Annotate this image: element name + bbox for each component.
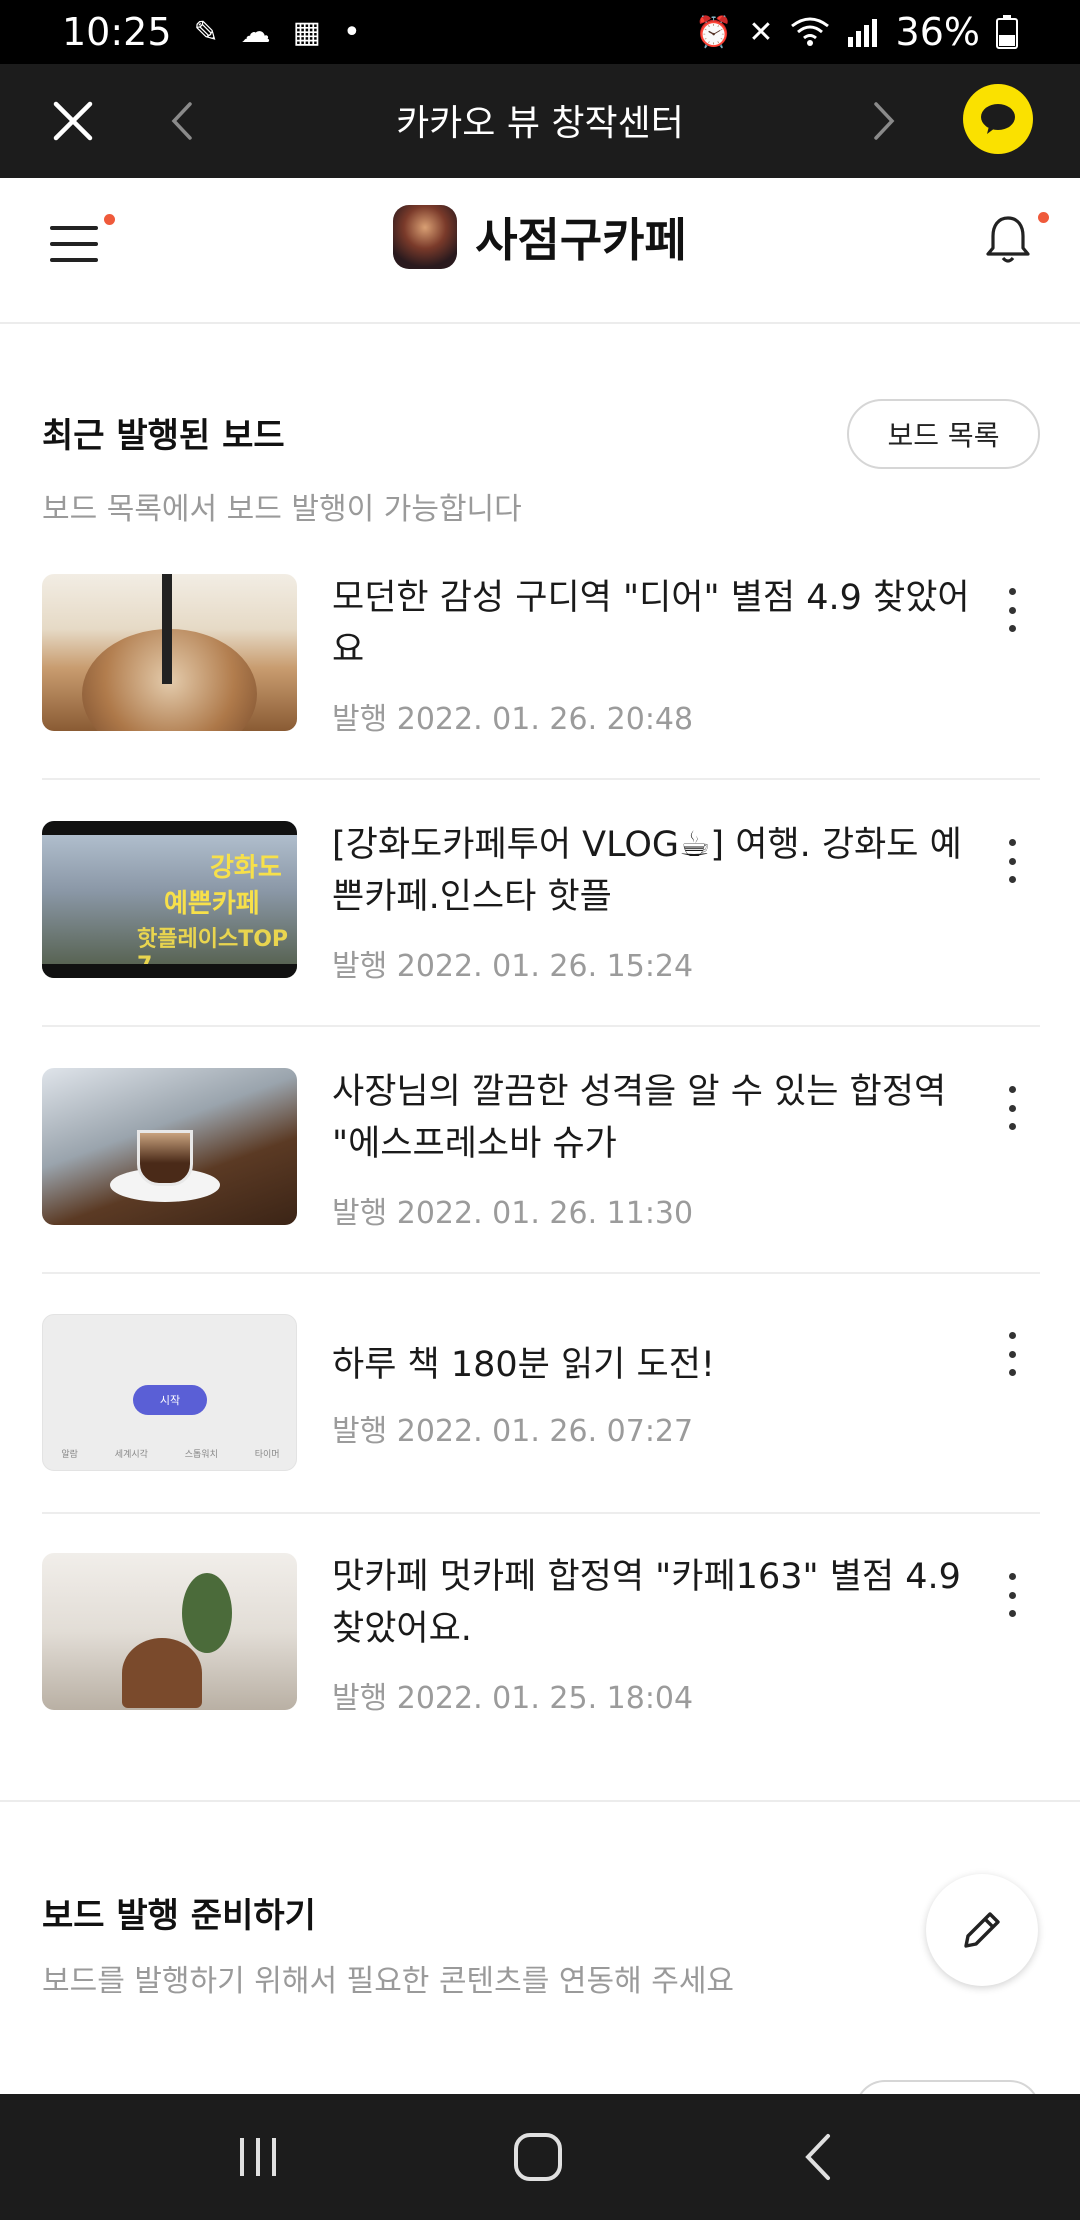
- alarm-icon: ⏰: [695, 14, 733, 50]
- wifi-icon: [790, 17, 829, 46]
- signal-icon: [847, 19, 877, 47]
- kakao-talk-button[interactable]: [963, 84, 1033, 154]
- notifications-button[interactable]: [978, 210, 1049, 270]
- feather-icon: ✎: [193, 14, 219, 50]
- top-nav: 사점구카페: [0, 178, 1080, 324]
- more-options-icon[interactable]: [1002, 1332, 1022, 1376]
- bell-icon: [986, 216, 1030, 263]
- section-subtitle: 보드 목록에서 보드 발행이 가능합니다: [42, 492, 522, 527]
- browser-header: 카카오 뷰 창작센터: [0, 64, 1080, 178]
- more-options-icon[interactable]: [1002, 1573, 1022, 1617]
- divider: [42, 1512, 1040, 1514]
- board-title: 하루 책 180분 읽기 도전!: [332, 1345, 715, 1385]
- more-options-icon[interactable]: [1002, 588, 1022, 632]
- board-item[interactable]: 사장님의 깔끔한 성격을 알 수 있는 합정역 "에스프레소바 슈가 발행 20…: [42, 1068, 1040, 1268]
- board-item[interactable]: 모던한 감성 구디역 "디어" 별점 4.9 찾았어요 발행 2022. 01.…: [42, 574, 1040, 774]
- board-date: 발행 2022. 01. 26. 20:48: [332, 702, 694, 737]
- board-title: 맛카페 멋카페 합정역 "카페163" 별점 4.9 찾았어요.: [332, 1557, 961, 1649]
- section-title: 최근 발행된 보드: [42, 416, 285, 456]
- board-item[interactable]: 강화도 예쁜카페 핫플레이스TOP 7 [강화도카페투어 VLOG☕] 여행. …: [42, 821, 1040, 1021]
- status-time: 10:25: [62, 10, 172, 54]
- cloud-icon: ☁: [240, 14, 271, 50]
- section-divider: [0, 1800, 1080, 1802]
- prepare-title: 보드 발행 준비하기: [42, 1896, 316, 1936]
- divider: [42, 778, 1040, 780]
- battery-icon: [996, 15, 1018, 49]
- pencil-icon: [964, 1912, 1000, 1948]
- board-thumbnail: 강화도 예쁜카페 핫플레이스TOP 7: [42, 821, 297, 978]
- mute-icon: ✕: [748, 14, 774, 50]
- browser-title: 카카오 뷰 창작센터: [396, 103, 684, 144]
- recent-apps-icon[interactable]: [228, 2132, 288, 2182]
- board-item[interactable]: 맛카페 멋카페 합정역 "카페163" 별점 4.9 찾았어요. 발행 2022…: [42, 1553, 1040, 1753]
- board-title: 모던한 감성 구디역 "디어" 별점 4.9 찾았어요: [332, 578, 970, 670]
- board-list-button[interactable]: 보드 목록: [847, 399, 1040, 469]
- board-title: 사장님의 깔끔한 성격을 알 수 있는 합정역 "에스프레소바 슈가: [332, 1072, 947, 1164]
- board-thumbnail: [42, 574, 297, 731]
- board-title: [강화도카페투어 VLOG☕] 여행. 강화도 예쁜카페.인스타 핫플: [332, 825, 962, 917]
- board-item[interactable]: 시작 알람 세계시각 스톱워치 타이머 하루 책 180분 읽기 도전! 발행 …: [42, 1314, 1040, 1514]
- home-icon[interactable]: [508, 2132, 568, 2182]
- board-date: 발행 2022. 01. 26. 11:30: [332, 1196, 694, 1231]
- board-thumbnail: 시작 알람 세계시각 스톱워치 타이머: [42, 1314, 297, 1471]
- notification-dot: [1038, 212, 1049, 223]
- board-date: 발행 2022. 01. 26. 15:24: [332, 949, 694, 984]
- board-date: 발행 2022. 01. 25. 18:04: [332, 1681, 694, 1716]
- status-bar: 10:25 ✎ ☁ ▦ • ⏰ ✕ 36%: [0, 0, 1080, 64]
- divider: [42, 1025, 1040, 1027]
- prepare-subtitle: 보드를 발행하기 위해서 필요한 콘텐츠를 연동해 주세요: [42, 1964, 735, 1999]
- channel-name: 사점구카페: [475, 213, 687, 267]
- chat-bubble-icon: [981, 104, 1015, 134]
- channel-avatar: [393, 205, 458, 269]
- board-date: 발행 2022. 01. 26. 07:27: [332, 1414, 694, 1449]
- channel-brand: 사점구카페: [0, 204, 1080, 270]
- divider: [42, 1272, 1040, 1274]
- dot-icon: •: [343, 14, 361, 50]
- more-options-icon[interactable]: [1002, 1086, 1022, 1130]
- more-options-icon[interactable]: [1002, 839, 1022, 883]
- forward-arrow-icon[interactable]: [862, 100, 904, 142]
- battery-percent: 36%: [895, 10, 980, 54]
- system-nav-bar: [0, 2094, 1080, 2220]
- gallery-icon: ▦: [292, 14, 322, 50]
- board-thumbnail: [42, 1068, 297, 1225]
- write-button[interactable]: [926, 1874, 1038, 1986]
- back-icon[interactable]: [790, 2132, 850, 2182]
- board-thumbnail: [42, 1553, 297, 1710]
